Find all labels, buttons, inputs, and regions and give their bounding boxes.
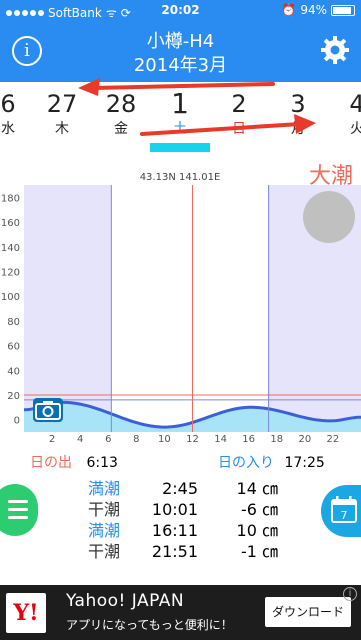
date-item[interactable]: 6 (0, 90, 28, 118)
x-tick-label: 2 (49, 434, 55, 445)
ad-title: Yahoo! JAPAN (66, 591, 185, 611)
y-tick-label: 180 (1, 193, 20, 204)
x-tick-label: 6 (105, 434, 111, 445)
tide-height: 14 ㎝ (236, 479, 278, 498)
ad-info-icon[interactable]: i (343, 587, 357, 601)
x-tick-label: 14 (214, 434, 227, 445)
date-weekday: 火 (350, 121, 361, 137)
tide-table: 満潮 2:45 14 ㎝ 干潮 10:01 -6 ㎝ 満潮 16:11 10 ㎝… (88, 478, 298, 562)
y-tick-label: 160 (1, 218, 20, 229)
x-tick-label: 4 (77, 434, 83, 445)
info-icon[interactable]: i (12, 36, 42, 66)
tide-time: 10:01 (151, 500, 198, 519)
x-tick-label: 18 (270, 434, 283, 445)
sunset: 日の入り 17:25 (218, 452, 325, 472)
app-header: i 小樽-H4 2014年3月 (0, 22, 361, 82)
menu-icon (8, 500, 28, 519)
y-tick-label: 60 (7, 342, 20, 353)
x-tick-label: 8 (133, 434, 139, 445)
battery-icon (331, 4, 355, 16)
alarm-icon: ⏰ (281, 3, 297, 17)
app-screen: SoftBank ᯤ ⟳ 20:02 ⏰ 94% i 小樽-H4 2014年3月 (0, 0, 361, 640)
ad-description: アプリになってもっと便利に！ (66, 618, 233, 632)
x-tick-label: 10 (158, 434, 171, 445)
date-item[interactable]: 27 (42, 90, 82, 118)
tide-time: 21:51 (151, 542, 198, 561)
calendar-day: 7 (341, 509, 348, 522)
swipe-right-arrow (140, 114, 316, 136)
selected-date-indicator (150, 143, 210, 152)
y-tick-label: 20 (7, 391, 20, 402)
status-right: ⏰ 94% (281, 3, 355, 17)
ad-banner[interactable]: Y! Yahoo! JAPAN アプリになってもっと便利に！ ダウンロード i (0, 585, 361, 640)
tide-type: 満潮 (88, 479, 121, 498)
tide-type: 干潮 (88, 542, 121, 561)
tide-height: -6 ㎝ (240, 500, 278, 519)
calendar-icon: 7 (331, 496, 357, 523)
month-title: 2014年3月 (133, 55, 228, 76)
moon-icon (303, 191, 355, 243)
x-tick-label: 22 (327, 434, 340, 445)
date-weekday: 金 (114, 121, 128, 137)
y-tick-label: 120 (1, 267, 20, 278)
tide-row: 満潮 16:11 10 ㎝ (88, 520, 298, 541)
location-title: 小樽-H4 (146, 31, 215, 52)
battery-percent: 94% (300, 3, 327, 17)
sunset-label: 日の入り (218, 455, 274, 471)
x-tick-label: 12 (186, 434, 199, 445)
yahoo-logo: Y! (6, 593, 46, 633)
swipe-left-arrow (78, 78, 275, 96)
tide-type: 干潮 (88, 500, 121, 519)
date-item[interactable]: 4 (337, 90, 361, 118)
status-bar: SoftBank ᯤ ⟳ 20:02 ⏰ 94% (0, 0, 361, 22)
tide-height: -1 ㎝ (240, 542, 278, 561)
y-tick-label: 80 (7, 317, 20, 328)
x-tick-label: 16 (242, 434, 255, 445)
calendar-button[interactable]: 7 (321, 485, 361, 537)
y-tick-label: 100 (1, 292, 20, 303)
y-tick-label: 40 (7, 366, 20, 377)
y-tick-label: 0 (14, 416, 20, 427)
gear-icon[interactable] (319, 34, 351, 66)
camera-icon[interactable] (33, 398, 63, 422)
sunset-time: 17:25 (284, 455, 325, 471)
tide-time: 16:11 (151, 521, 198, 540)
sunrise-time: 6:13 (86, 455, 118, 471)
tide-type: 満潮 (88, 521, 121, 540)
tide-row: 干潮 10:01 -6 ㎝ (88, 499, 298, 520)
x-tick-label: 20 (298, 434, 311, 445)
tide-time: 2:45 (162, 479, 198, 498)
tide-height: 10 ㎝ (236, 521, 278, 540)
tide-row: 満潮 2:45 14 ㎝ (88, 478, 298, 499)
download-button[interactable]: ダウンロード (265, 597, 351, 627)
menu-button[interactable] (0, 484, 38, 536)
date-weekday: 水 (1, 121, 15, 137)
date-weekday: 木 (55, 121, 69, 137)
tide-row: 干潮 21:51 -1 ㎝ (88, 541, 298, 562)
sunrise: 日の出 6:13 (30, 452, 118, 472)
y-tick-label: 140 (1, 243, 20, 254)
sunrise-label: 日の出 (30, 455, 72, 471)
